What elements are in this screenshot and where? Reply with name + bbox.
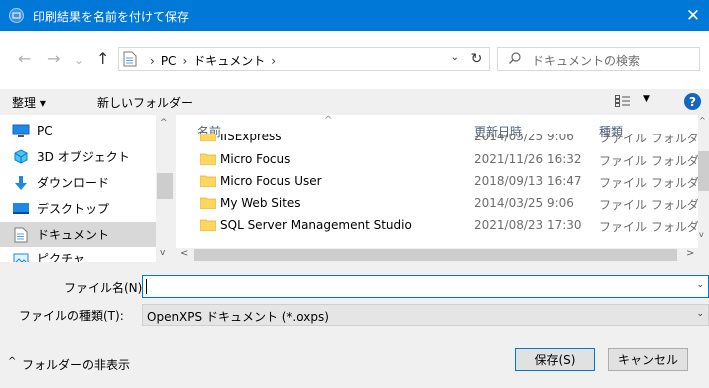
scroll-down-icon[interactable]: v	[160, 248, 165, 258]
breadcrumb-separator[interactable]: ›	[182, 54, 187, 68]
up-button[interactable]: ↑	[96, 51, 109, 67]
close-button[interactable]: ✕	[677, 0, 709, 31]
breadcrumb-separator: ›	[150, 54, 155, 68]
sidebar-item-label: デスクトップ	[37, 202, 110, 216]
file-name: Micro Focus User	[220, 174, 322, 188]
document-icon	[14, 227, 28, 242]
address-dropdown-button[interactable]: ⌄	[451, 52, 459, 63]
new-folder-button[interactable]: 新しいフォルダー	[97, 94, 193, 111]
file-date: 2014/03/25 9:06	[474, 134, 574, 143]
sidebar-item-desktop[interactable]: デスクトップ	[0, 196, 156, 221]
filetype-select[interactable]: OpenXPS ドキュメント (*.oxps) ⌄	[142, 304, 709, 326]
back-button[interactable]: ←	[18, 51, 31, 67]
hide-folders-toggle[interactable]: ^ フォルダーの非表示	[8, 356, 131, 373]
table-row[interactable]: SQL Server Management Studio 2021/08/23 …	[176, 214, 709, 235]
file-name: Micro Focus	[220, 152, 291, 166]
help-button[interactable]: ?	[684, 93, 701, 110]
address-bar[interactable]: › PC › ドキュメント › ⌄ ↻	[118, 47, 490, 71]
view-dropdown-button[interactable]: ▼	[643, 94, 650, 104]
file-list: ^ 名前 更新日時 種類 IISExpress 2014/03/25 9:06 …	[176, 115, 709, 262]
table-row[interactable]: My Web Sites 2014/03/25 9:06 ファイル フォルダー	[176, 192, 709, 213]
file-type: ファイル フォルダー	[599, 176, 709, 190]
table-row[interactable]: IISExpress 2014/03/25 9:06 ファイル フォルダー	[176, 134, 697, 148]
hide-folders-label: フォルダーの非表示	[22, 358, 131, 372]
save-button[interactable]: 保存(S)	[515, 348, 595, 371]
file-date: 2021/08/23 17:30	[474, 218, 582, 232]
sidebar-item-label: ドキュメント	[37, 228, 110, 242]
filename-dropdown-button[interactable]: ⌄	[696, 280, 704, 290]
sidebar-scrollbar[interactable]: ^ v	[156, 115, 174, 262]
forward-button[interactable]: →	[47, 51, 60, 67]
sidebar-item-documents[interactable]: ドキュメント	[0, 222, 156, 247]
view-options-icon[interactable]	[615, 95, 631, 107]
pc-icon	[12, 124, 30, 137]
cancel-button[interactable]: キャンセル	[608, 348, 688, 371]
scroll-up-icon[interactable]: ^	[699, 116, 706, 125]
text-cursor	[146, 279, 147, 294]
file-type: ファイル フォルダー	[599, 134, 697, 145]
refresh-button[interactable]: ↻	[463, 48, 489, 70]
cube-icon	[14, 148, 28, 164]
filetype-value: OpenXPS ドキュメント (*.oxps)	[147, 310, 329, 324]
file-name: SQL Server Management Studio	[220, 218, 412, 232]
file-list-vertical-scrollbar[interactable]: ^ v	[698, 115, 709, 262]
file-type: ファイル フォルダー	[599, 154, 709, 168]
file-list-horizontal-scrollbar[interactable]: < >	[176, 248, 698, 262]
folder-icon	[200, 153, 216, 165]
sidebar-item-label: PC	[37, 123, 53, 138]
folder-icon	[200, 197, 216, 209]
save-form: ファイル名(N): ⌄ ファイルの種類(T): OpenXPS ドキュメント (…	[0, 262, 709, 388]
scrollbar-thumb[interactable]	[194, 249, 677, 261]
download-icon	[15, 175, 27, 190]
search-box[interactable]: ドキュメントの検索	[497, 47, 700, 71]
folder-icon	[200, 175, 216, 187]
search-placeholder: ドキュメントの検索	[532, 54, 641, 68]
file-date: 2014/03/25 9:06	[474, 196, 574, 210]
file-type: ファイル フォルダー	[599, 198, 709, 212]
scroll-up-icon[interactable]: ^	[160, 118, 168, 128]
sidebar-item-label: 3D オブジェクト	[37, 150, 130, 164]
folder-icon	[200, 134, 216, 141]
folder-icon	[200, 219, 216, 231]
file-name: My Web Sites	[220, 196, 301, 210]
navigation-pane: PC 3D オブジェクト ダウンロード デスクトップ ドキュメント ピクチャ ^…	[0, 115, 174, 266]
sort-ascending-icon: ^	[324, 115, 333, 126]
navigation-bar: ← → ⌄ ↑ › PC › ドキュメント › ⌄ ↻ ドキュメントの検索	[0, 31, 709, 89]
file-date: 2018/09/13 16:47	[474, 174, 582, 188]
file-type: ファイル フォルダー	[599, 220, 709, 234]
scrollbar-thumb[interactable]	[698, 151, 709, 191]
table-row[interactable]: Micro Focus 2021/11/26 16:32 ファイル フォルダー	[176, 148, 709, 169]
document-icon	[123, 51, 137, 67]
toolbar: 整理 ▾ 新しいフォルダー ▼ ?	[0, 89, 709, 115]
chevron-up-icon: ^	[8, 356, 17, 367]
search-icon	[509, 52, 521, 64]
scroll-down-icon[interactable]: v	[699, 230, 704, 239]
breadcrumb-separator[interactable]: ›	[271, 54, 276, 68]
sidebar-item-pc[interactable]: PC	[0, 118, 156, 143]
filetype-label: ファイルの種類(T):	[19, 309, 124, 323]
window-title: 印刷結果を名前を付けて保存	[33, 10, 190, 24]
filename-label: ファイル名(N):	[64, 281, 147, 295]
sidebar-item-label: ダウンロード	[37, 176, 110, 190]
organize-button[interactable]: 整理 ▾	[12, 94, 46, 111]
breadcrumb-item-pc[interactable]: PC	[161, 54, 177, 68]
filetype-dropdown-button[interactable]: ⌄	[696, 309, 704, 319]
scroll-right-icon[interactable]: >	[686, 248, 694, 259]
breadcrumb-item-documents[interactable]: ドキュメント	[193, 54, 265, 68]
sidebar-item-3d-objects[interactable]: 3D オブジェクト	[0, 144, 156, 169]
file-date: 2021/11/26 16:32	[474, 152, 582, 166]
file-name: IISExpress	[220, 134, 282, 143]
print-app-icon	[9, 8, 24, 23]
scrollbar-thumb[interactable]	[157, 173, 173, 199]
recent-locations-button[interactable]: ⌄	[74, 52, 84, 68]
breadcrumb: › PC › ドキュメント ›	[144, 52, 282, 69]
desktop-icon	[13, 202, 29, 214]
filename-field[interactable]: ⌄	[142, 275, 709, 298]
scroll-left-icon[interactable]: <	[180, 248, 188, 259]
sidebar-item-downloads[interactable]: ダウンロード	[0, 170, 156, 195]
table-row[interactable]: Micro Focus User 2018/09/13 16:47 ファイル フ…	[176, 170, 709, 191]
title-bar: 印刷結果を名前を付けて保存 ✕	[0, 0, 709, 31]
close-icon: ✕	[685, 5, 701, 26]
